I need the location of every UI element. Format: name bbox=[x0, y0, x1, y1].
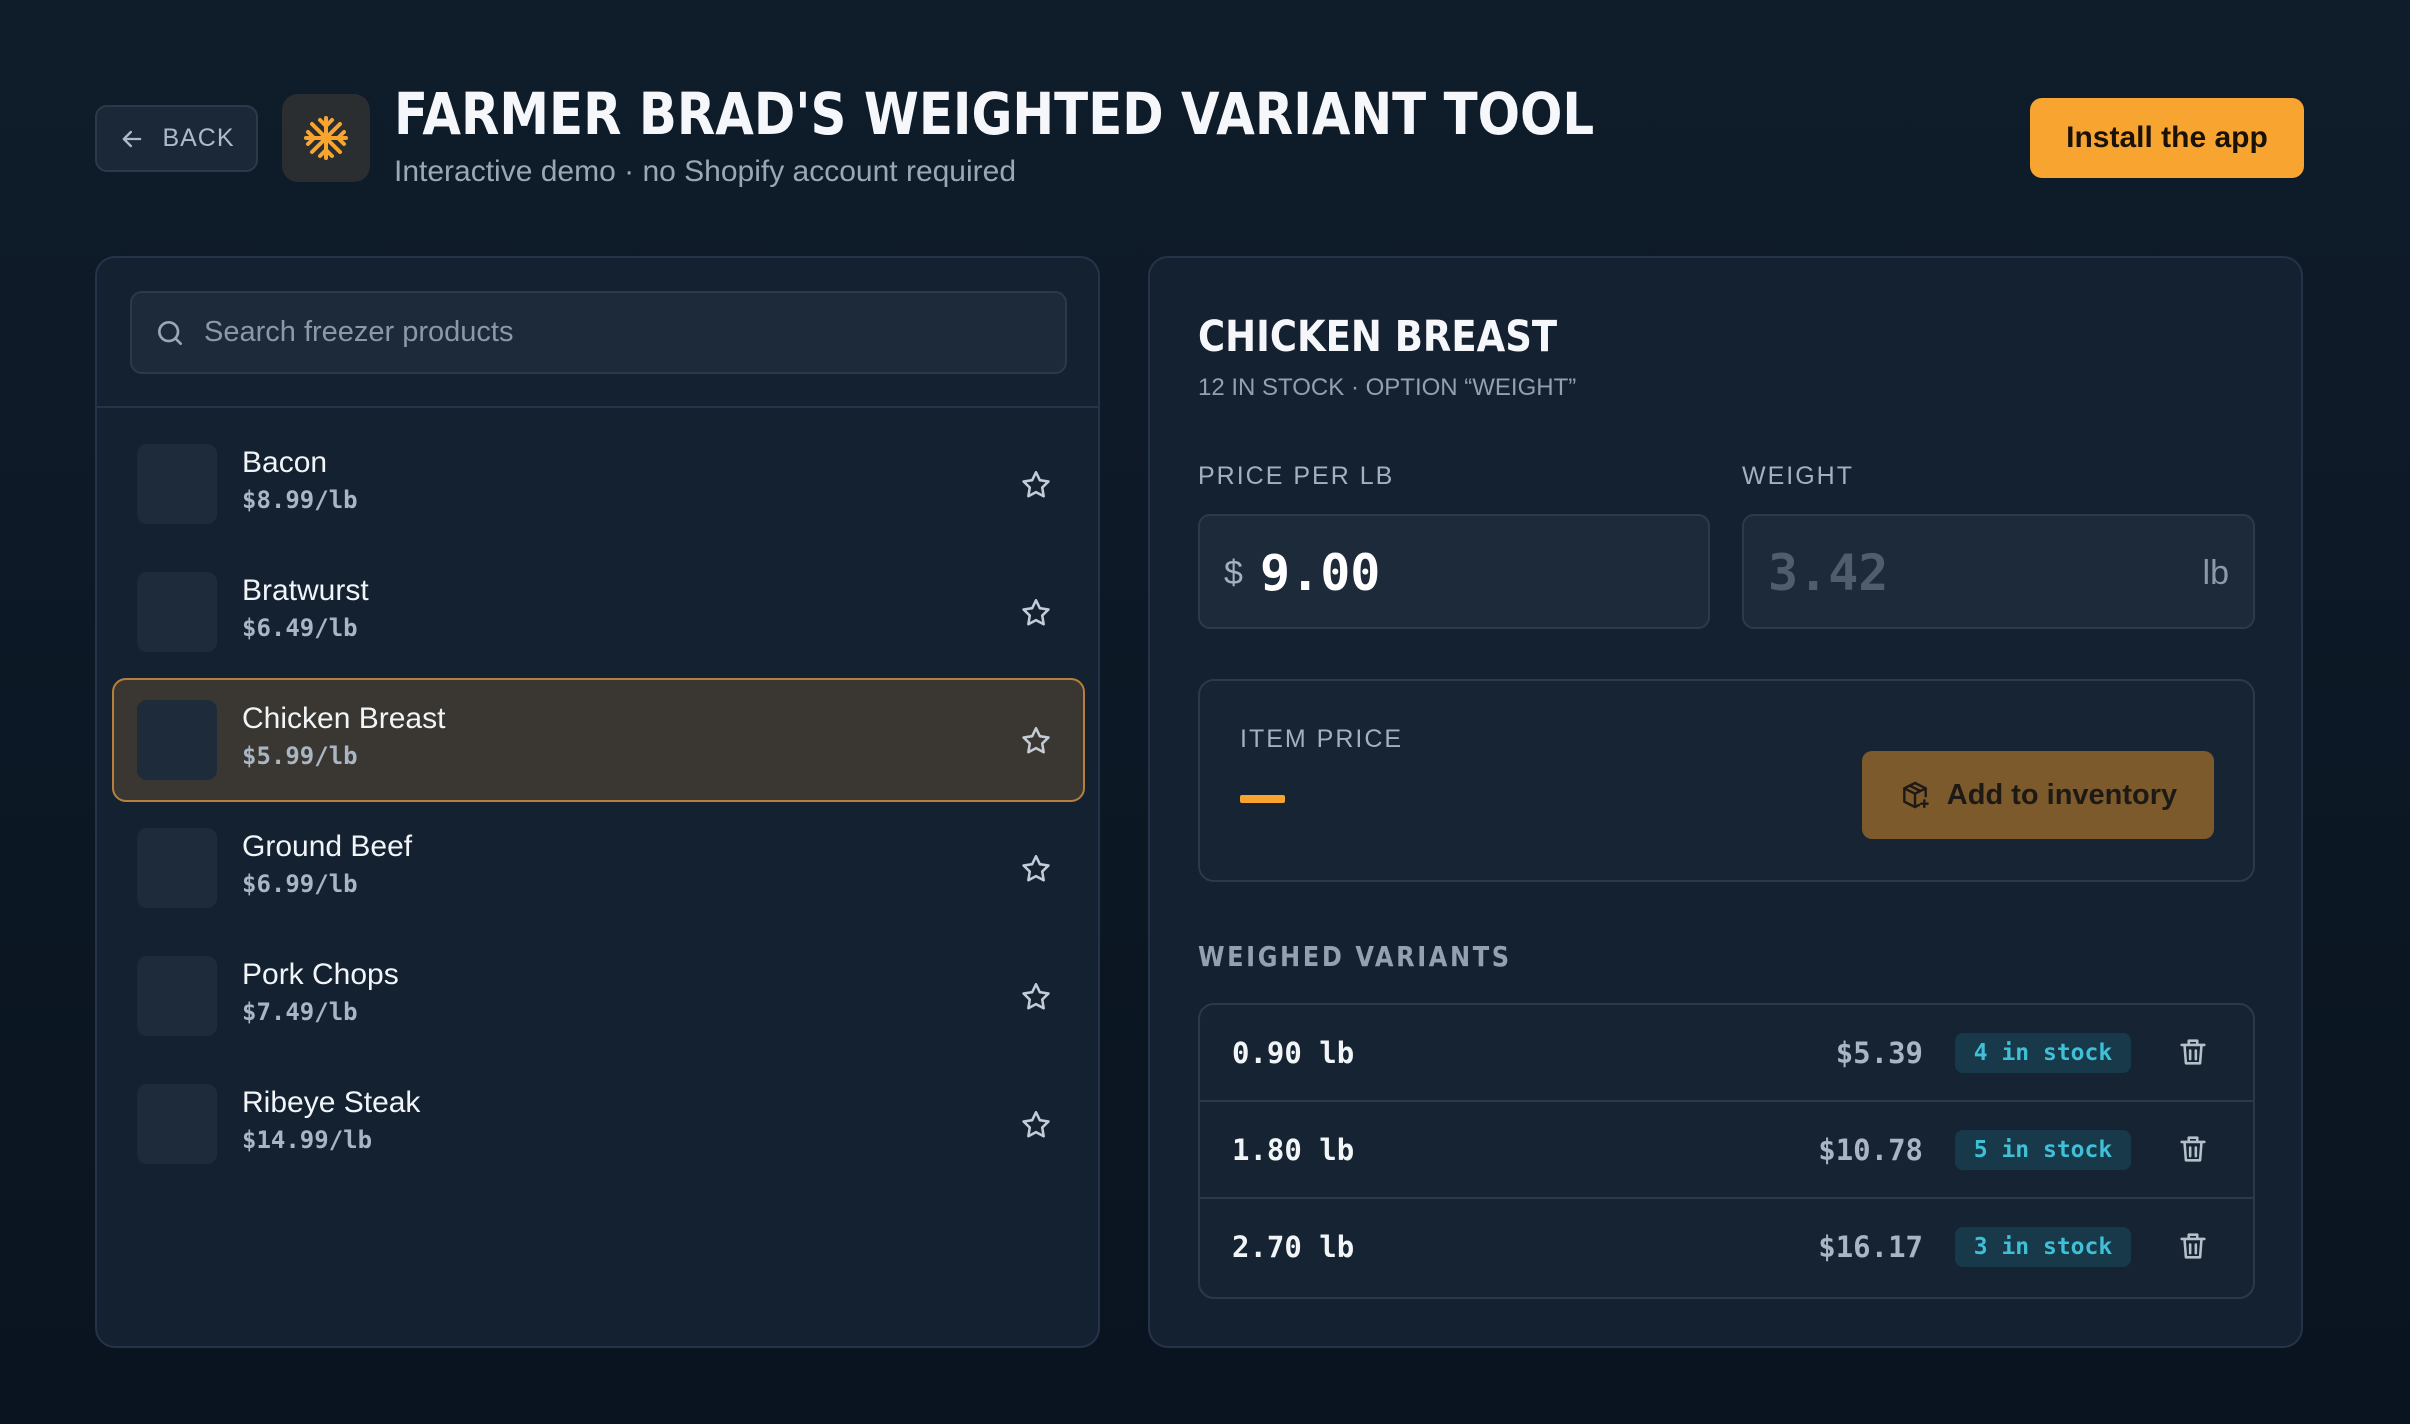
product-thumbnail bbox=[137, 956, 217, 1036]
product-price: $7.49/lb bbox=[242, 998, 358, 1026]
stock-badge: 3 in stock bbox=[1955, 1227, 2131, 1267]
product-thumbnail bbox=[137, 828, 217, 908]
product-item-bacon[interactable]: Bacon $8.99/lb bbox=[112, 422, 1085, 546]
variant-price: $16.17 bbox=[1818, 1230, 1923, 1264]
search-box[interactable] bbox=[130, 291, 1067, 374]
trash-icon[interactable] bbox=[2176, 1035, 2210, 1069]
arrow-left-icon bbox=[123, 130, 142, 147]
star-icon[interactable] bbox=[1019, 980, 1053, 1014]
weight-field[interactable]: 3.42 lb bbox=[1742, 514, 2255, 629]
star-icon[interactable] bbox=[1019, 468, 1053, 502]
product-price: $8.99/lb bbox=[242, 486, 358, 514]
product-price: $6.49/lb bbox=[242, 614, 358, 642]
page-subtitle: Interactive demo · no Shopify account re… bbox=[394, 155, 1017, 188]
page: BACK FARMER BRAD'S WEIGHTED VARIANT TOOL… bbox=[0, 0, 2410, 1424]
variant-price: $10.78 bbox=[1818, 1133, 1923, 1167]
product-name: Ribeye Steak bbox=[242, 1086, 421, 1119]
trash-icon[interactable] bbox=[2176, 1229, 2210, 1263]
item-price-empty-dash bbox=[1240, 795, 1285, 803]
star-icon[interactable] bbox=[1019, 596, 1053, 630]
product-name: Bratwurst bbox=[242, 574, 369, 607]
variant-weight: 2.70 lb bbox=[1232, 1230, 1355, 1264]
product-name: Chicken Breast bbox=[242, 702, 446, 735]
product-meta: 12 IN STOCK · OPTION “WEIGHT” bbox=[1198, 374, 1577, 401]
product-price: $6.99/lb bbox=[242, 870, 358, 898]
product-list: Bacon $8.99/lb Bratwurst $6.49/lb Chicke… bbox=[112, 422, 1085, 1190]
star-icon[interactable] bbox=[1019, 724, 1053, 758]
product-name: Ground Beef bbox=[242, 830, 413, 863]
product-item-ground-beef[interactable]: Ground Beef $6.99/lb bbox=[112, 806, 1085, 930]
add-to-inventory-label: Add to inventory bbox=[1946, 778, 2178, 811]
add-to-inventory-button[interactable]: Add to inventory bbox=[1862, 751, 2214, 839]
variant-row: 0.90 lb $5.39 4 in stock bbox=[1200, 1005, 2253, 1102]
product-list-panel: Bacon $8.99/lb Bratwurst $6.49/lb Chicke… bbox=[95, 256, 1100, 1348]
price-per-lb-value: 9.00 bbox=[1260, 544, 1381, 602]
variant-weight: 1.80 lb bbox=[1232, 1133, 1355, 1167]
page-title: FARMER BRAD'S WEIGHTED VARIANT TOOL bbox=[394, 80, 1595, 148]
snowflake-icon bbox=[304, 116, 348, 160]
search-input[interactable] bbox=[204, 316, 1024, 349]
install-app-button[interactable]: Install the app bbox=[2030, 98, 2304, 178]
currency-symbol: $ bbox=[1224, 554, 1243, 592]
stock-badge: 4 in stock bbox=[1955, 1033, 2131, 1073]
weighed-variants-title: WEIGHED VARIANTS bbox=[1198, 940, 1512, 973]
product-item-pork-chops[interactable]: Pork Chops $7.49/lb bbox=[112, 934, 1085, 1058]
stock-badge: 5 in stock bbox=[1955, 1130, 2131, 1170]
search-icon bbox=[158, 320, 182, 345]
product-price: $14.99/lb bbox=[242, 1126, 373, 1154]
package-plus-icon bbox=[1902, 781, 1929, 809]
star-icon[interactable] bbox=[1019, 1108, 1053, 1142]
product-thumbnail bbox=[137, 700, 217, 780]
product-detail-panel: CHICKEN BREAST 12 IN STOCK · OPTION “WEI… bbox=[1148, 256, 2303, 1348]
trash-icon[interactable] bbox=[2176, 1132, 2210, 1166]
weight-unit: lb bbox=[2202, 554, 2229, 592]
weight-placeholder: 3.42 bbox=[1768, 544, 1889, 602]
product-thumbnail bbox=[137, 444, 217, 524]
divider bbox=[97, 406, 1098, 408]
product-name: Bacon bbox=[242, 446, 328, 479]
variant-row: 1.80 lb $10.78 5 in stock bbox=[1200, 1102, 2253, 1199]
variant-weight: 0.90 lb bbox=[1232, 1036, 1355, 1070]
variant-price: $5.39 bbox=[1835, 1036, 1923, 1070]
product-title: CHICKEN BREAST bbox=[1198, 312, 1558, 362]
product-item-bratwurst[interactable]: Bratwurst $6.49/lb bbox=[112, 550, 1085, 674]
product-thumbnail bbox=[137, 1084, 217, 1164]
back-label: BACK bbox=[162, 124, 235, 152]
variant-row: 2.70 lb $16.17 3 in stock bbox=[1200, 1199, 2253, 1296]
variants-table: 0.90 lb $5.39 4 in stock 1.80 lb $10.78 … bbox=[1198, 1003, 2255, 1299]
product-item-ribeye-steak[interactable]: Ribeye Steak $14.99/lb bbox=[112, 1062, 1085, 1186]
star-icon[interactable] bbox=[1019, 852, 1053, 886]
item-price-box: ITEM PRICE Add to inventory bbox=[1198, 679, 2255, 882]
weight-label: WEIGHT bbox=[1742, 462, 1854, 490]
price-per-lb-label: PRICE PER LB bbox=[1198, 462, 1395, 490]
item-price-label: ITEM PRICE bbox=[1240, 725, 1404, 753]
price-per-lb-field[interactable]: $ 9.00 bbox=[1198, 514, 1710, 629]
product-name: Pork Chops bbox=[242, 958, 399, 991]
app-logo bbox=[282, 94, 370, 182]
product-item-chicken-breast[interactable]: Chicken Breast $5.99/lb bbox=[112, 678, 1085, 802]
back-button[interactable]: BACK bbox=[95, 105, 258, 172]
product-price: $5.99/lb bbox=[242, 742, 358, 770]
product-thumbnail bbox=[137, 572, 217, 652]
